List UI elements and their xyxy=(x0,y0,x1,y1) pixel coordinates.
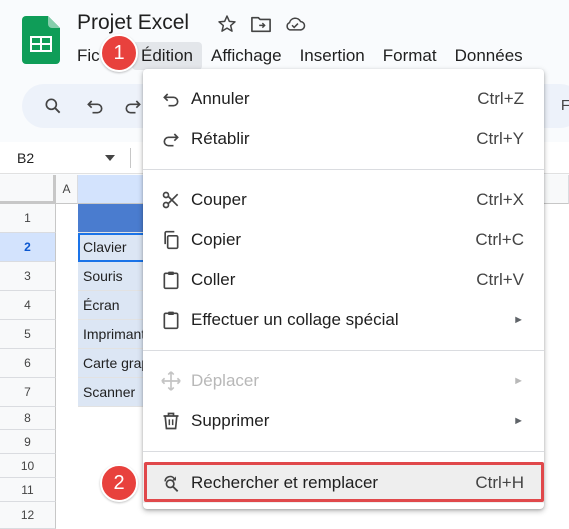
menu-item-shortcut: Ctrl+Z xyxy=(477,89,524,108)
row-header-7[interactable]: 7 xyxy=(0,378,56,407)
submenu-arrow-icon: ► xyxy=(513,375,524,387)
menu-item-move: Déplacer ► xyxy=(143,361,544,401)
select-all-corner[interactable] xyxy=(0,175,56,204)
paste-icon xyxy=(160,269,182,291)
menu-item-label: Rétablir xyxy=(191,129,250,148)
copy-icon xyxy=(160,229,182,251)
menubar: Fic Édition Affichage Insertion Format D… xyxy=(70,42,532,70)
sheets-window: Projet Excel Fic Édition Affichage Inser… xyxy=(0,0,569,529)
menu-item-label: Annuler xyxy=(191,89,250,108)
menu-item-paste[interactable]: Coller Ctrl+V xyxy=(143,260,544,300)
move-folder-icon[interactable] xyxy=(250,13,272,35)
menu-item-shortcut: Ctrl+X xyxy=(476,190,524,209)
menu-divider xyxy=(143,169,544,170)
submenu-arrow-icon: ► xyxy=(513,415,524,427)
menu-divider xyxy=(143,350,544,351)
menu-edition[interactable]: Édition xyxy=(132,42,202,70)
row-header-6[interactable]: 6 xyxy=(0,349,56,378)
menu-format[interactable]: Format xyxy=(374,42,446,70)
search-menus-icon[interactable] xyxy=(42,95,64,117)
menu-item-cut[interactable]: Couper Ctrl+X xyxy=(143,180,544,220)
menu-item-label: Supprimer xyxy=(191,411,270,430)
submenu-arrow-icon: ► xyxy=(513,314,524,326)
undo-icon xyxy=(160,88,182,110)
row-header-10[interactable]: 10 xyxy=(0,454,56,478)
edit-menu-dropdown: Annuler Ctrl+Z Rétablir Ctrl+Y Couper Ct… xyxy=(143,69,544,509)
undo-icon[interactable] xyxy=(84,95,106,117)
row-header-3[interactable]: 3 xyxy=(0,262,56,291)
menu-item-copy[interactable]: Copier Ctrl+C xyxy=(143,220,544,260)
title-actions xyxy=(216,13,306,35)
menu-item-label: Copier xyxy=(191,230,242,249)
menu-item-shortcut: Ctrl+C xyxy=(475,230,524,249)
move-icon xyxy=(160,370,182,392)
menu-item-shortcut: Ctrl+Y xyxy=(476,129,524,148)
document-title[interactable]: Projet Excel xyxy=(77,11,189,35)
toolbar-font-label[interactable]: F xyxy=(561,97,569,114)
step-badge-1: 1 xyxy=(100,34,138,72)
trash-icon xyxy=(160,410,182,432)
menu-item-undo[interactable]: Annuler Ctrl+Z xyxy=(143,79,544,119)
highlight-frame xyxy=(144,462,544,502)
menu-affichage[interactable]: Affichage xyxy=(202,42,291,70)
menu-insertion[interactable]: Insertion xyxy=(291,42,374,70)
row-header-9[interactable]: 9 xyxy=(0,430,56,454)
menu-donnees[interactable]: Données xyxy=(446,42,532,70)
menu-item-label: Effectuer un collage spécial xyxy=(191,310,399,329)
menu-item-label: Coller xyxy=(191,270,236,289)
menu-item-redo[interactable]: Rétablir Ctrl+Y xyxy=(143,119,544,159)
step-badge-2: 2 xyxy=(100,464,138,502)
scissors-icon xyxy=(160,189,182,211)
row-header-8[interactable]: 8 xyxy=(0,407,56,430)
name-box-dropdown-icon[interactable] xyxy=(105,155,115,161)
row-header-2[interactable]: 2 xyxy=(0,233,56,262)
redo-icon xyxy=(160,128,182,150)
menu-item-label: Couper xyxy=(191,190,247,209)
row-header-12[interactable]: 12 xyxy=(0,502,56,529)
paste-special-icon xyxy=(160,309,182,331)
menu-item-paste-special[interactable]: Effectuer un collage spécial ► xyxy=(143,300,544,340)
name-box[interactable]: B2 xyxy=(17,150,34,166)
menu-item-shortcut: Ctrl+V xyxy=(476,270,524,289)
row-header-4[interactable]: 4 xyxy=(0,291,56,320)
sheets-logo-icon[interactable] xyxy=(22,16,60,64)
cloud-saved-icon[interactable] xyxy=(284,13,306,35)
star-icon[interactable] xyxy=(216,13,238,35)
row-header-1[interactable]: 1 xyxy=(0,204,56,233)
column-header-a[interactable]: A xyxy=(56,175,78,204)
menu-item-delete[interactable]: Supprimer ► xyxy=(143,401,544,441)
redo-icon[interactable] xyxy=(122,95,144,117)
menu-divider xyxy=(143,451,544,452)
menu-item-label: Déplacer xyxy=(191,371,260,390)
row-header-11[interactable]: 11 xyxy=(0,478,56,502)
divider xyxy=(130,148,131,168)
row-header-5[interactable]: 5 xyxy=(0,320,56,349)
